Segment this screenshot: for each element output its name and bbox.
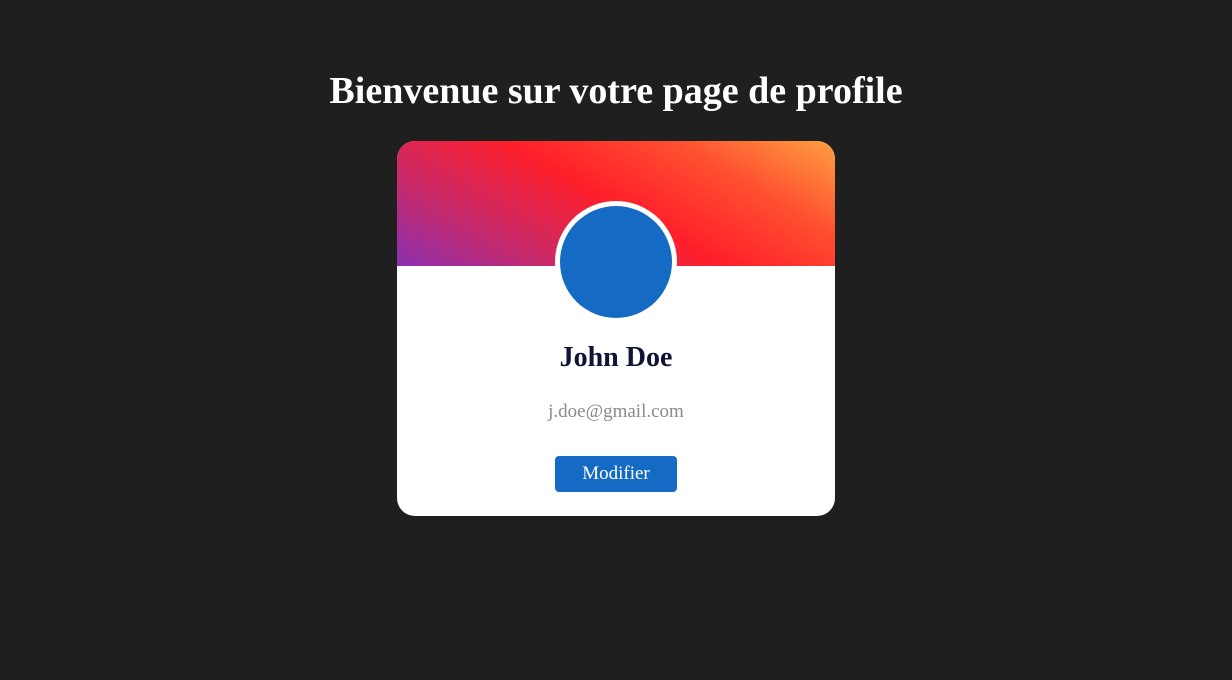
avatar-ring: [555, 201, 677, 323]
profile-card: John Doe j.doe@gmail.com Modifier: [397, 141, 835, 516]
avatar: [560, 206, 672, 318]
edit-profile-button[interactable]: Modifier: [555, 456, 677, 492]
page-title: Bienvenue sur votre page de profile: [329, 70, 903, 112]
user-name: John Doe: [559, 342, 673, 373]
user-email: j.doe@gmail.com: [548, 401, 684, 422]
